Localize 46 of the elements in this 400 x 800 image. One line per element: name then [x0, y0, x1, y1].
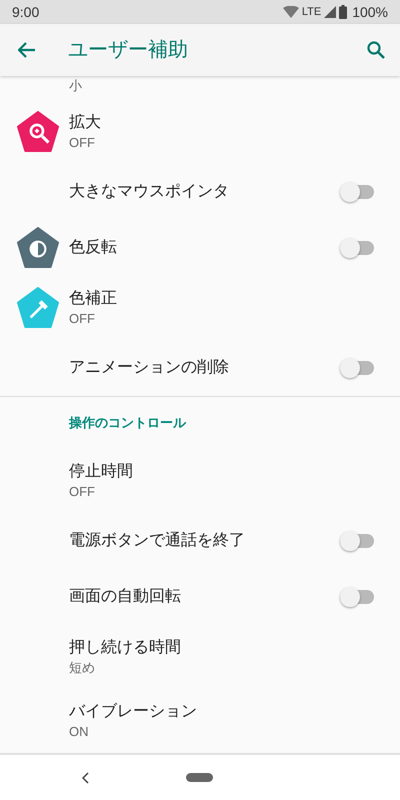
setting-summary: OFF: [69, 310, 96, 328]
setting-title: 画面の自動回転: [69, 587, 182, 607]
setting-title: 大きなマウスポインタ: [69, 182, 230, 202]
setting-title: 電源ボタンで通話を終了: [69, 530, 246, 551]
setting-title: バイブレーション: [69, 702, 198, 722]
setting-title: 拡大: [69, 112, 102, 133]
home-button[interactable]: [186, 773, 213, 782]
setting-row[interactable]: 電源ボタンで通話を終了: [0, 513, 400, 569]
setting-title: アニメーションの削除: [69, 358, 230, 378]
setting-summary: OFF: [69, 483, 96, 501]
contrast-icon: [17, 227, 59, 269]
setting-title: 押し続ける時間: [69, 638, 182, 658]
back-arrow-icon[interactable]: [18, 42, 36, 58]
setting-title: 色補正: [69, 288, 118, 309]
toggle-switch[interactable]: [340, 241, 374, 255]
setting-row[interactable]: 画面の自動回転: [0, 569, 400, 625]
toggle-switch[interactable]: [340, 185, 374, 199]
toggle-switch[interactable]: [340, 534, 374, 548]
toggle-switch[interactable]: [340, 590, 374, 604]
section-header: 操作のコントロール: [69, 414, 186, 432]
clock: 9:00: [12, 2, 40, 22]
battery-icon: [339, 5, 348, 19]
setting-row[interactable]: 押し続ける時間 短め: [0, 625, 400, 689]
setting-row[interactable]: 拡大 OFF: [0, 100, 400, 164]
dropper-icon: [17, 287, 59, 329]
setting-title: 色反転: [69, 238, 118, 258]
setting-row[interactable]: アニメーションの削除: [0, 340, 400, 396]
wifi-icon: [282, 6, 299, 18]
setting-summary: 短め: [69, 659, 96, 677]
back-icon[interactable]: [82, 772, 90, 784]
search-icon[interactable]: [367, 41, 385, 59]
battery-percent: 100%: [352, 2, 388, 22]
toggle-switch[interactable]: [340, 361, 374, 375]
setting-summary: ON: [69, 723, 90, 741]
screen-title: ユーザー補助: [68, 38, 188, 63]
setting-row[interactable]: 色反転: [0, 220, 400, 276]
setting-title: 停止時間: [69, 462, 134, 482]
setting-row[interactable]: 大きなマウスポインタ: [0, 164, 400, 220]
setting-summary: 小: [69, 78, 82, 93]
setting-row[interactable]: 色補正 OFF: [0, 276, 400, 340]
network-label: LTE: [302, 4, 322, 20]
magnifier-icon: [17, 111, 59, 153]
setting-row[interactable]: バイブレーション ON: [0, 689, 400, 753]
setting-summary: OFF: [69, 134, 96, 152]
signal-icon: [324, 6, 336, 18]
setting-row[interactable]: 停止時間 OFF: [0, 449, 400, 513]
